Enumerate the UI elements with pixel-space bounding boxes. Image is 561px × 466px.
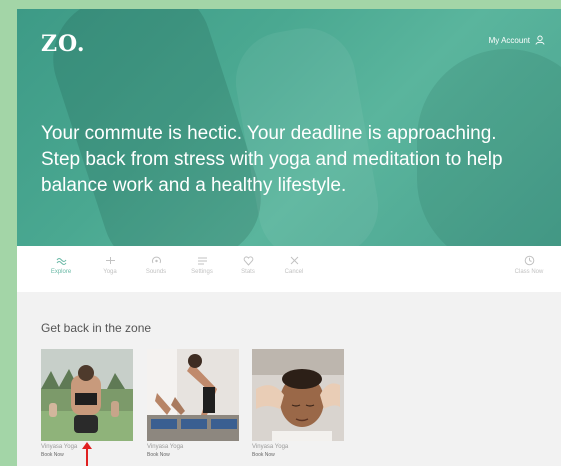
- nav-item-settings[interactable]: Settings: [180, 255, 224, 275]
- outdoor-yoga-photo: [41, 349, 133, 441]
- hero-banner: ZO. My Account Your commute is hectic. Y…: [17, 9, 561, 246]
- app-page: ZO. My Account Your commute is hectic. Y…: [17, 9, 561, 466]
- nav-item-label: Settings: [191, 269, 213, 275]
- hero-headline: Your commute is hectic. Your deadline is…: [41, 123, 503, 196]
- class-thumbnail[interactable]: [147, 349, 239, 441]
- explore-icon: [56, 258, 66, 265]
- nav-item-label: Cancel: [284, 269, 304, 275]
- nav-item-sounds[interactable]: Sounds: [134, 255, 178, 275]
- nav-item-label: Yoga: [103, 269, 117, 275]
- category-nav: Explore Yoga Sounds Settings Stats Cance…: [17, 246, 561, 292]
- class-card[interactable]: Vinyasa Yoga Book Now: [147, 349, 239, 458]
- nav-item-label: Explore: [50, 269, 72, 275]
- stats-icon: [243, 256, 253, 266]
- class-thumbnail[interactable]: [252, 349, 344, 441]
- book-now-link[interactable]: Book Now: [252, 452, 344, 458]
- nav-item-label: Sounds: [145, 269, 167, 275]
- nav-item-yoga[interactable]: Yoga: [88, 255, 132, 275]
- class-thumbnail[interactable]: [41, 349, 133, 441]
- nav-item-label: Stats: [241, 269, 255, 275]
- nav-item-cancel[interactable]: Cancel: [272, 255, 316, 275]
- clock-icon: [524, 255, 534, 266]
- nav-item-label: Class Now: [514, 269, 544, 275]
- logo[interactable]: ZO.: [41, 31, 86, 57]
- nav-item-stats[interactable]: Stats: [226, 255, 270, 275]
- nav-item-explore[interactable]: Explore: [39, 255, 83, 275]
- meditation-massage-photo: [252, 349, 344, 441]
- sounds-icon: [151, 256, 161, 264]
- class-title: Vinyasa Yoga: [147, 444, 184, 450]
- close-icon: [290, 256, 298, 265]
- settings-icon: [197, 257, 207, 265]
- user-icon: [535, 35, 545, 45]
- book-now-link[interactable]: Book Now: [147, 452, 239, 458]
- class-card[interactable]: Vinyasa Yoga Book Now: [252, 349, 344, 458]
- section-title: Get back in the zone: [41, 321, 152, 335]
- studio-yoga-photo: [147, 349, 239, 441]
- annotation-arrow: [82, 442, 92, 466]
- nav-item-class-now[interactable]: Class Now: [507, 255, 551, 275]
- yoga-icon: [105, 257, 115, 264]
- class-title: Vinyasa Yoga: [252, 444, 289, 450]
- my-account-label: My Account: [488, 35, 530, 45]
- my-account-link[interactable]: My Account: [489, 35, 545, 45]
